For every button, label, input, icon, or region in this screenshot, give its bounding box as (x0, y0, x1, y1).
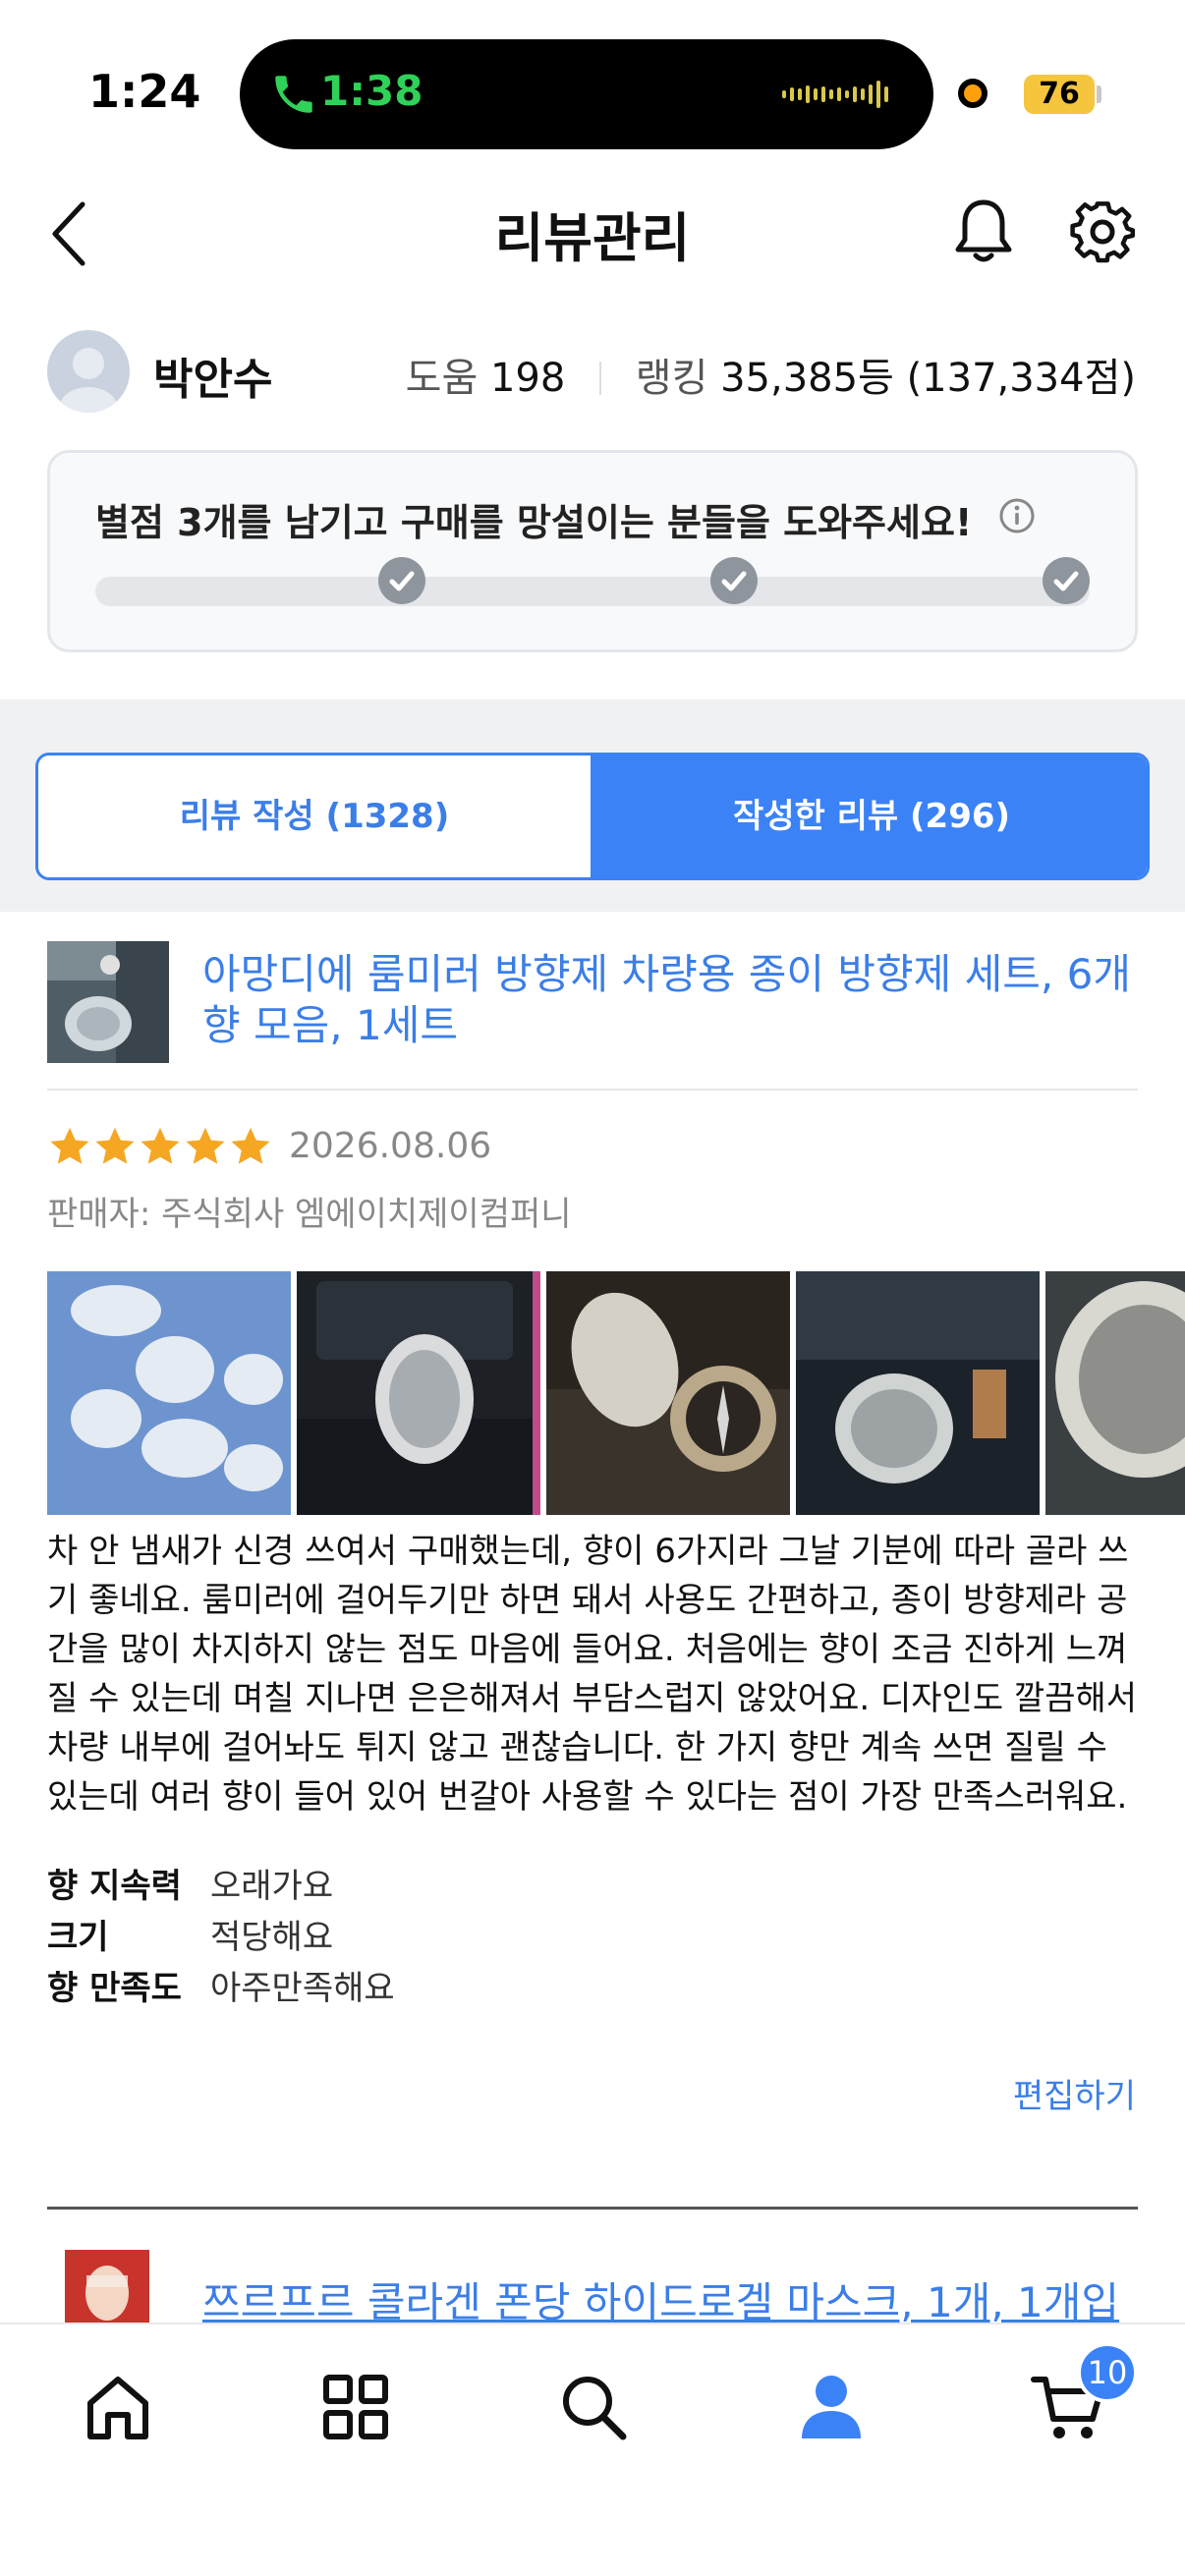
divider (47, 1089, 1138, 1091)
attribute-key: 크기 (47, 1918, 109, 1957)
milestone-message: 별점 3개를 남기고 구매를 망설이는 분들을 도와주세요! (95, 501, 973, 544)
review-separator (47, 2207, 1138, 2210)
product-title-link[interactable]: 아망디에 룸미러 방향제 차량용 종이 방향제 세트, 6개 향 모음, 1세트 (202, 949, 1146, 1051)
attribute-value: 아주만족해요 (210, 1969, 395, 2008)
home-icon[interactable] (79, 2368, 157, 2446)
review-photo[interactable] (546, 1271, 790, 1515)
review-photo[interactable] (796, 1271, 1040, 1515)
dynamic-island[interactable]: 1:38 (240, 39, 933, 149)
edit-review-button[interactable]: 편집하기 (1013, 2069, 1136, 2117)
phone-call-icon (275, 76, 312, 113)
attribute-key: 향 지속력 (47, 1867, 182, 1906)
star-icon (141, 1127, 180, 1164)
call-duration: 1:38 (320, 67, 423, 115)
my-page-icon[interactable] (792, 2368, 871, 2446)
product-photo (47, 941, 169, 1063)
review-photo[interactable] (297, 1271, 540, 1515)
attribute-value: 적당해요 (210, 1918, 334, 1957)
attribute-row: 향 만족도 아주만족해요 (47, 1963, 395, 2014)
review-attributes: 향 지속력 오래가요 크기 적당해요 향 만족도 아주만족해요 (47, 1861, 395, 2014)
star-icon (186, 1127, 225, 1164)
attribute-key: 향 만족도 (47, 1969, 182, 2008)
attribute-value: 오래가요 (210, 1867, 334, 1906)
status-bar: 1:24 1:38 76 (0, 0, 1185, 167)
review-photo[interactable] (1045, 1271, 1185, 1515)
milestone-progress-track (95, 577, 1090, 606)
info-icon[interactable] (997, 496, 1037, 535)
review-photo[interactable] (47, 1271, 291, 1515)
star-icon (95, 1127, 135, 1164)
search-icon[interactable] (554, 2368, 633, 2446)
star-icon (231, 1127, 270, 1164)
bell-icon[interactable] (953, 196, 1014, 265)
status-time: 1:24 (88, 65, 201, 118)
stats-divider (599, 362, 602, 395)
review-milestone-card: 별점 3개를 남기고 구매를 망설이는 분들을 도와주세요! (47, 450, 1138, 652)
recording-indicator-icon (958, 79, 988, 108)
next-product-title-link[interactable]: 쯔르프르 콜라겐 폰당 하이드로겔 마스크, 1개, 1개입 (202, 2269, 1119, 2329)
star-rating (47, 1124, 273, 1169)
gear-icon[interactable] (1069, 198, 1136, 265)
avatar-placeholder-icon (59, 348, 118, 413)
milestone-check-icon (378, 557, 425, 604)
app-header: 리뷰관리 (0, 167, 1185, 295)
attribute-row: 향 지속력 오래가요 (47, 1861, 395, 1912)
next-product-thumbnail[interactable] (65, 2250, 149, 2324)
category-grid-icon[interactable] (316, 2368, 395, 2446)
profile-summary: 박안수 도움 198 랭킹 35,385등 (137,334점) (0, 324, 1185, 422)
tab-written-reviews[interactable]: 작성한 리뷰 (296) (591, 756, 1147, 877)
seller-name: 판매자: 주식회사 엠에이치제이컴퍼니 (47, 1195, 572, 1234)
battery-tip (1097, 85, 1101, 103)
review-tabs: 리뷰 작성 (1328) 작성한 리뷰 (296) (35, 753, 1150, 880)
help-count: 198 (489, 356, 566, 401)
milestone-check-icon (1043, 557, 1090, 604)
rank-value: 35,385등 (137,334점) (720, 356, 1136, 401)
tab-write-review[interactable]: 리뷰 작성 (1328) (38, 756, 591, 877)
audio-waveform-icon (782, 81, 888, 108)
review-date: 2026.08.06 (289, 1126, 492, 1166)
attribute-row: 크기 적당해요 (47, 1912, 395, 1963)
review-photo-strip[interactable] (47, 1271, 1185, 1515)
bottom-navigation (0, 2323, 1185, 2576)
review-text: 차 안 냄새가 신경 쓰여서 구매했는데, 향이 6가지라 그날 기분에 따라 … (47, 1532, 1138, 1817)
help-label: 도움 (405, 356, 479, 401)
battery-level: 76 (1024, 75, 1095, 114)
product-thumbnail[interactable] (47, 941, 169, 1063)
user-name: 박안수 (153, 355, 273, 405)
product-photo (65, 2250, 149, 2324)
star-icon (50, 1127, 89, 1164)
rank-label: 랭킹 (635, 356, 708, 401)
avatar[interactable] (47, 330, 130, 413)
user-stats: 도움 198 랭킹 35,385등 (137,334점) (406, 346, 1136, 403)
cart-count-badge: 10 (1077, 2342, 1138, 2403)
milestone-check-icon (710, 557, 758, 604)
